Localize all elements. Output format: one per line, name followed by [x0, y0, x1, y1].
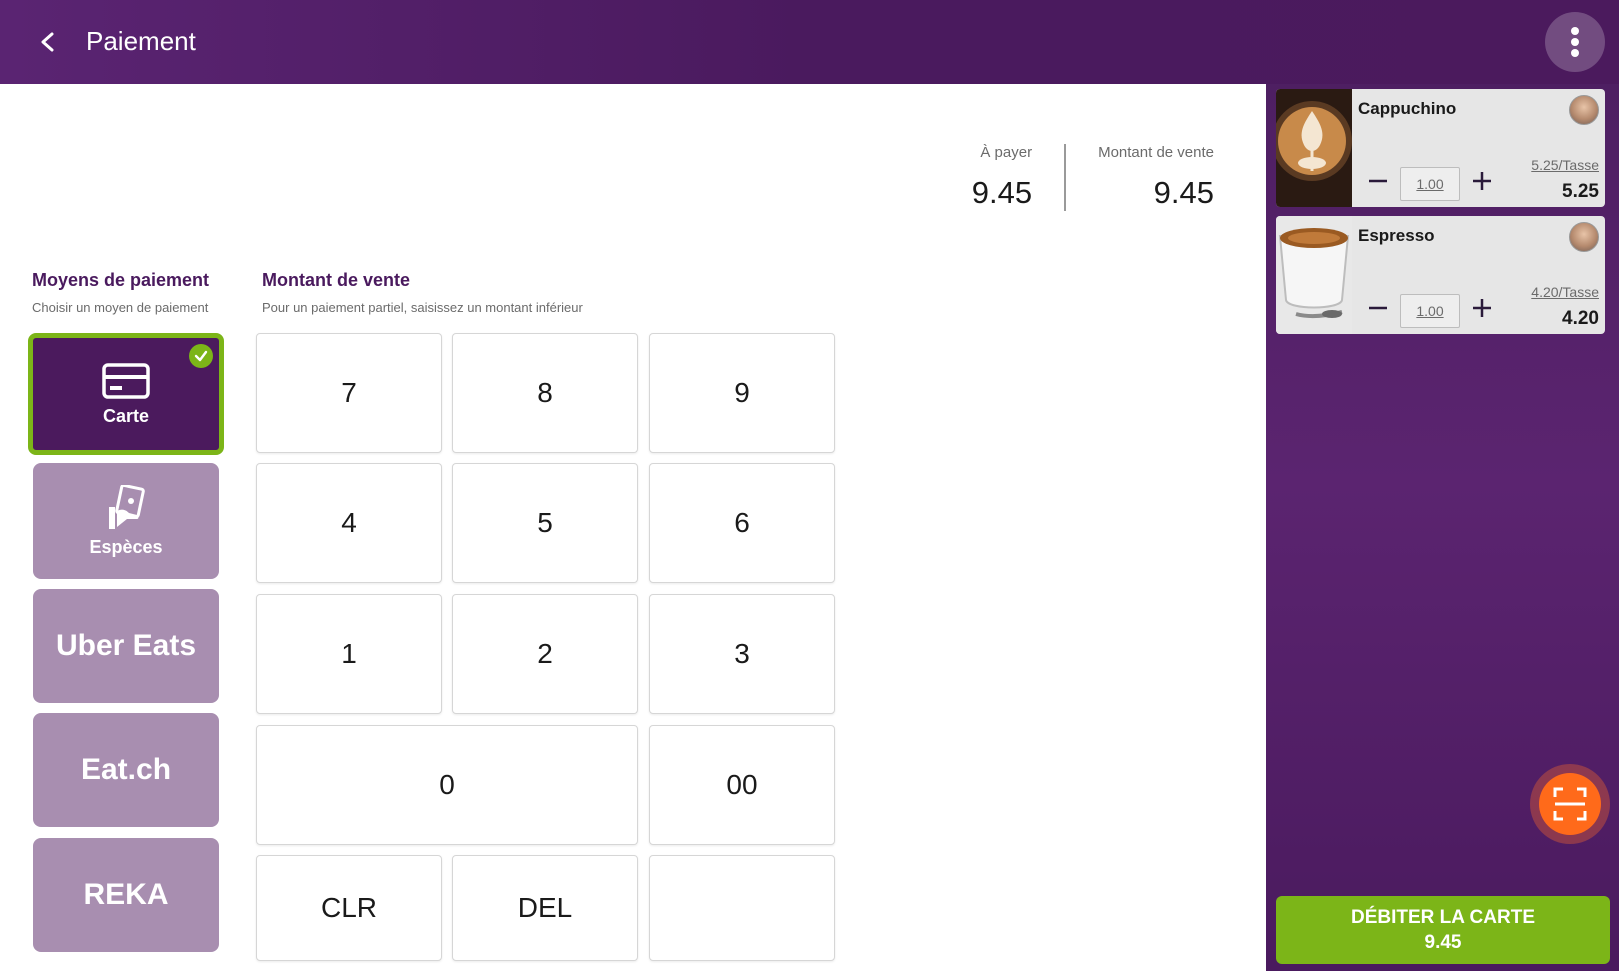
- decrease-quantity-button[interactable]: [1364, 294, 1392, 322]
- sale-amount-subtitle: Pour un paiement partiel, saisissez un m…: [262, 300, 583, 315]
- cart-item[interactable]: Cappuchino 1.00 5.25/Tasse 5.25: [1276, 89, 1605, 207]
- key-9[interactable]: 9: [649, 333, 835, 453]
- sale-amount-title: Montant de vente: [262, 270, 411, 290]
- charge-button-amount: 9.45: [1424, 932, 1462, 953]
- key-8[interactable]: 8: [452, 333, 638, 453]
- key-4[interactable]: 4: [256, 463, 442, 583]
- back-button[interactable]: [28, 22, 68, 62]
- credit-card-icon: [102, 362, 150, 399]
- key-clear[interactable]: CLR: [256, 855, 442, 961]
- to-pay-label: À payer: [980, 144, 1033, 161]
- sale-amount-block: Montant de vente 9.45: [1066, 144, 1214, 211]
- cash-hand-icon: [109, 484, 145, 529]
- plus-icon: [1473, 299, 1491, 317]
- line-total: 5.25: [1562, 181, 1599, 202]
- espresso-image: [1276, 216, 1352, 334]
- app-header: Paiement: [0, 0, 1619, 84]
- check-icon: [189, 344, 213, 368]
- key-6[interactable]: 6: [649, 463, 835, 583]
- chevron-left-icon: [41, 32, 54, 52]
- cart-item[interactable]: Espresso 1.00 4.20/Tasse 4.20: [1276, 216, 1605, 334]
- charge-button-label: DÉBITER LA CARTE: [1350, 907, 1536, 928]
- payment-method-uber-eats[interactable]: Uber Eats: [33, 589, 219, 703]
- payment-method-label: Espèces: [89, 536, 163, 557]
- scan-button-inner: [1539, 773, 1601, 835]
- to-pay-block: À payer 9.45: [971, 144, 1067, 211]
- key-7[interactable]: 7: [256, 333, 442, 453]
- payment-methods-title: Moyens de paiement: [32, 270, 210, 290]
- sale-amount-value: 9.45: [1153, 175, 1214, 210]
- avatar: [1569, 95, 1599, 125]
- unit-price[interactable]: 4.20/Tasse: [1531, 284, 1599, 300]
- key-1[interactable]: 1: [256, 594, 442, 714]
- increase-quantity-button[interactable]: [1468, 167, 1496, 195]
- payment-method-label: REKA: [83, 878, 169, 911]
- payment-method-label: Uber Eats: [55, 629, 197, 662]
- key-00[interactable]: 00: [649, 725, 835, 845]
- sale-amount-label: Montant de vente: [1098, 144, 1214, 161]
- scan-button[interactable]: [1530, 764, 1610, 844]
- key-2[interactable]: 2: [452, 594, 638, 714]
- unit-price[interactable]: 5.25/Tasse: [1531, 157, 1599, 173]
- payment-method-eat-ch[interactable]: Eat.ch: [33, 713, 219, 827]
- payment-method-reka[interactable]: REKA: [33, 838, 219, 952]
- more-vertical-icon: [1571, 27, 1579, 57]
- quantity-field[interactable]: 1.00: [1400, 294, 1460, 328]
- payment-method-cash[interactable]: Espèces: [33, 463, 219, 579]
- payment-method-card[interactable]: Carte: [28, 333, 224, 455]
- decrease-quantity-button[interactable]: [1364, 167, 1392, 195]
- more-options-button[interactable]: [1545, 12, 1605, 72]
- page-title: Paiement: [86, 26, 196, 56]
- minus-icon: [1369, 306, 1387, 310]
- plus-icon: [1473, 172, 1491, 190]
- charge-card-button[interactable]: DÉBITER LA CARTE 9.45: [1276, 896, 1610, 964]
- increase-quantity-button[interactable]: [1468, 294, 1496, 322]
- payment-methods-subtitle: Choisir un moyen de paiement: [32, 300, 209, 315]
- payment-method-label: Carte: [102, 405, 150, 426]
- cappuccino-image: [1276, 89, 1352, 207]
- key-empty: [649, 855, 835, 961]
- scan-frame-icon: [1553, 787, 1587, 821]
- totals-summary: À payer 9.45 Montant de vente 9.45: [972, 144, 1214, 211]
- quantity-field[interactable]: 1.00: [1400, 167, 1460, 201]
- key-5[interactable]: 5: [452, 463, 638, 583]
- payment-panel: À payer 9.45 Montant de vente 9.45 Moyen…: [0, 84, 1266, 971]
- line-total: 4.20: [1562, 308, 1599, 329]
- key-3[interactable]: 3: [649, 594, 835, 714]
- payment-method-label: Eat.ch: [80, 753, 172, 786]
- avatar: [1569, 222, 1599, 252]
- item-name: Cappuchino: [1358, 99, 1457, 118]
- minus-icon: [1369, 179, 1387, 183]
- key-delete[interactable]: DEL: [452, 855, 638, 961]
- key-0[interactable]: 0: [256, 725, 638, 845]
- to-pay-value: 9.45: [971, 175, 1033, 210]
- item-name: Espresso: [1358, 226, 1435, 245]
